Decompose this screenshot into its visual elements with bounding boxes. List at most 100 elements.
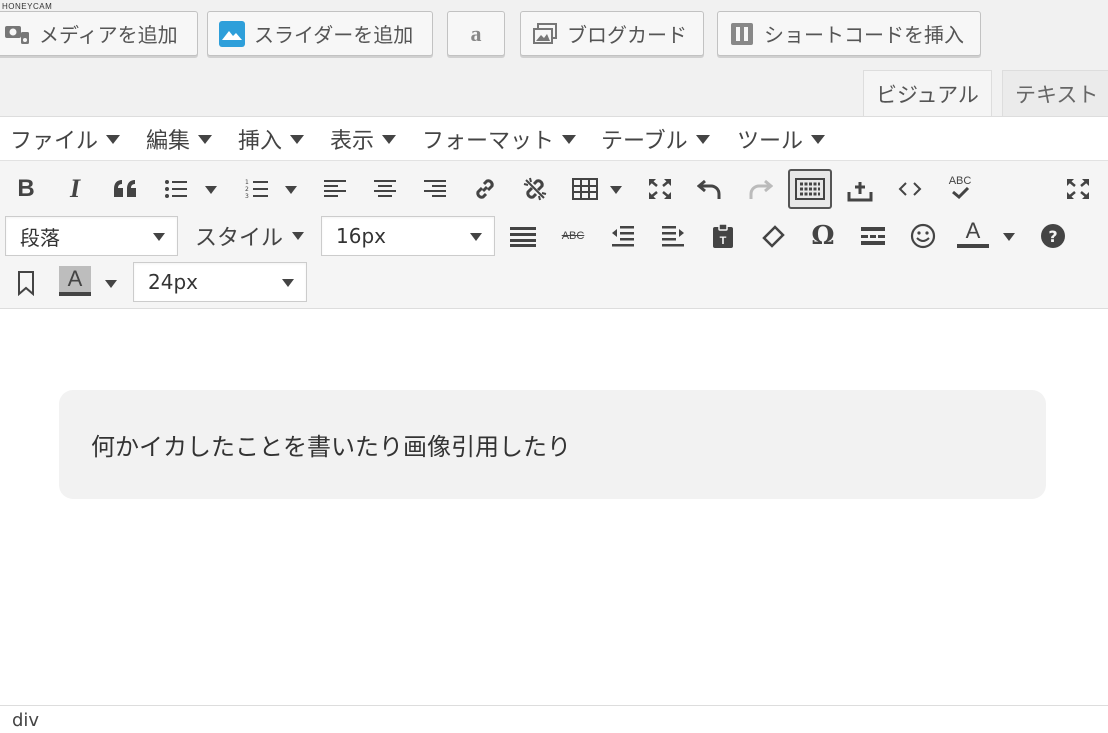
toolbar-toggle-button[interactable] <box>788 169 832 209</box>
help-button[interactable]: ? <box>1036 219 1070 253</box>
blog-card-label: ブログカード <box>567 23 687 47</box>
smiley-icon <box>910 223 936 249</box>
chevron-down-icon[interactable] <box>105 280 117 288</box>
chevron-down-icon <box>198 134 213 144</box>
amazon-button[interactable]: a <box>447 11 505 56</box>
numbered-list-button[interactable]: 123 <box>240 172 274 206</box>
indent-button[interactable] <box>656 219 690 253</box>
link-icon <box>476 179 494 199</box>
blog-card-button[interactable]: ブログカード <box>520 11 704 56</box>
chevron-down-icon <box>292 232 304 240</box>
checkmark-icon <box>952 186 970 199</box>
align-left-icon <box>324 180 346 197</box>
bold-icon: B <box>17 175 35 202</box>
insert-shortcode-button[interactable]: ショートコードを挿入 <box>717 11 981 56</box>
menu-format-label: フォーマット <box>422 129 555 154</box>
chevron-down-icon[interactable] <box>610 186 622 194</box>
fullscreen-icon <box>1067 179 1089 199</box>
redo-button[interactable] <box>743 172 777 206</box>
quote-box[interactable]: 何かイカしたことを書いたり画像引用したり <box>59 390 1046 499</box>
emoticons-button[interactable] <box>906 219 940 253</box>
editor-content[interactable]: 何かイカしたことを書いたり画像引用したり <box>0 310 1108 705</box>
insert-shortcode-label: ショートコードを挿入 <box>764 23 964 47</box>
blockquote-button[interactable] <box>108 172 142 206</box>
tab-visual[interactable]: ビジュアル <box>863 70 992 116</box>
menu-insert[interactable]: 挿入 <box>238 117 305 161</box>
chevron-down-icon[interactable] <box>205 186 217 194</box>
insert-tray-icon <box>847 182 873 202</box>
paste-text-button[interactable]: T <box>706 219 740 253</box>
insert-more-button[interactable] <box>843 174 877 208</box>
status-bar: div <box>0 705 1108 733</box>
chevron-down-icon <box>470 233 482 241</box>
italic-icon: I <box>69 174 81 203</box>
menu-file-label: ファイル <box>10 129 99 154</box>
horizontal-line-icon <box>861 227 885 245</box>
keyboard-icon <box>795 178 825 200</box>
justify-button[interactable] <box>506 219 540 253</box>
table-button[interactable] <box>568 172 602 206</box>
font-size-select[interactable]: 16px <box>321 216 495 256</box>
undo-button[interactable] <box>693 172 727 206</box>
outdent-icon <box>612 226 634 247</box>
code-button[interactable] <box>893 172 927 206</box>
editor: ファイル 編集 挿入 表示 フォーマット テーブル ツール B I 123 AB… <box>0 116 1108 733</box>
chevron-down-icon <box>562 134 577 144</box>
distraction-free-button[interactable] <box>643 172 677 206</box>
bullet-list-button[interactable] <box>159 172 193 206</box>
background-color-button[interactable]: A <box>58 264 92 298</box>
code-icon <box>898 182 922 196</box>
style-label: スタイル <box>195 226 284 251</box>
chevron-down-icon[interactable] <box>1003 233 1015 241</box>
tab-text[interactable]: テキスト <box>1002 70 1108 116</box>
text-color-button[interactable]: A <box>956 217 990 251</box>
spellcheck-button[interactable]: ABC <box>943 170 977 204</box>
strikethrough-icon: ABC <box>561 230 585 242</box>
block-format-select[interactable]: 段落 <box>5 216 178 256</box>
bookmark-icon <box>18 271 34 296</box>
fullscreen-button[interactable] <box>1061 172 1095 206</box>
bookmark-button[interactable] <box>9 266 43 300</box>
menu-table-label: テーブル <box>601 129 688 154</box>
help-icon: ? <box>1041 224 1065 248</box>
font-size-select-2[interactable]: 24px <box>133 262 307 302</box>
menu-view[interactable]: 表示 <box>330 117 397 161</box>
add-media-button[interactable]: メディアを追加 <box>0 11 198 56</box>
element-path[interactable]: div <box>12 710 39 731</box>
align-left-button[interactable] <box>318 172 352 206</box>
menu-file[interactable]: ファイル <box>10 117 121 161</box>
strikethrough-button[interactable]: ABC <box>556 219 590 253</box>
special-character-button[interactable]: Ω <box>806 219 840 253</box>
font-size-value: 16px <box>336 224 386 248</box>
bg-color-swatch <box>59 292 91 296</box>
remove-link-button[interactable] <box>518 172 552 206</box>
align-right-button[interactable] <box>418 172 452 206</box>
svg-text:T: T <box>720 235 727 247</box>
style-select[interactable]: スタイル <box>195 216 310 256</box>
menu-insert-label: 挿入 <box>238 129 283 154</box>
chevron-down-icon <box>106 134 121 144</box>
menu-tools[interactable]: ツール <box>737 117 826 161</box>
horizontal-line-button[interactable] <box>856 219 890 253</box>
outdent-button[interactable] <box>606 219 640 253</box>
shortcode-icon <box>728 20 756 48</box>
text-color-swatch <box>957 244 989 248</box>
menu-edit[interactable]: 編集 <box>146 117 213 161</box>
svg-text:2: 2 <box>245 186 249 193</box>
text-color-letter: A <box>965 218 981 243</box>
unlink-icon <box>523 177 547 201</box>
align-center-button[interactable] <box>368 172 402 206</box>
align-center-icon <box>374 180 396 197</box>
bold-button[interactable]: B <box>9 172 43 206</box>
clear-formatting-button[interactable] <box>756 219 790 253</box>
numbered-list-icon: 123 <box>245 179 268 200</box>
italic-button[interactable]: I <box>58 172 92 206</box>
watermark: HONEYCAM <box>2 2 53 11</box>
insert-link-button[interactable] <box>468 172 502 206</box>
menu-table[interactable]: テーブル <box>601 117 710 161</box>
toolbar: B I 123 ABC 段落 スタイル 16px ABC T Ω A ? A 2… <box>0 161 1108 309</box>
menu-format[interactable]: フォーマット <box>422 117 577 161</box>
chevron-down-icon[interactable] <box>285 186 297 194</box>
expand-icon <box>649 179 671 199</box>
add-slider-button[interactable]: スライダーを追加 <box>207 11 433 56</box>
